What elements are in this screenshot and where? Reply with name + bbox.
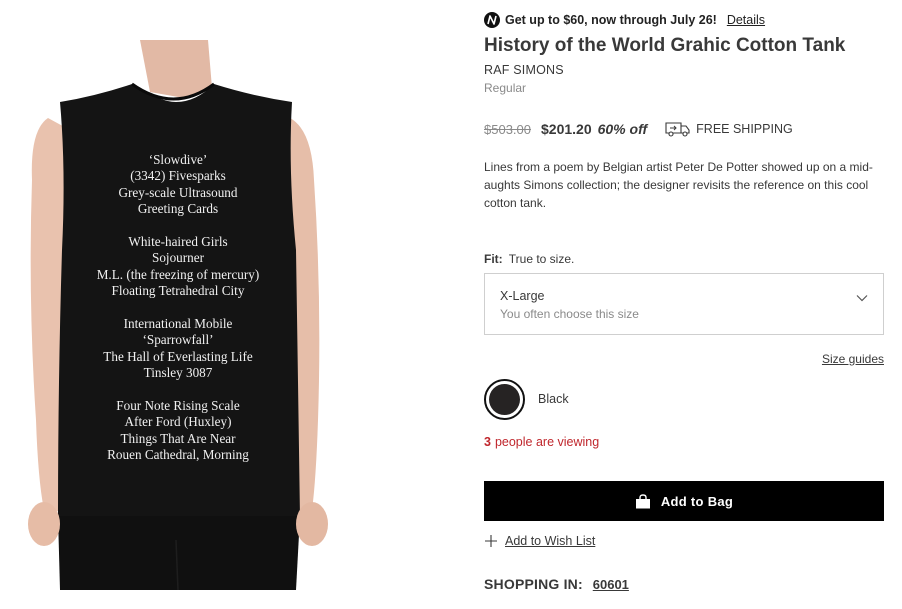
fit-info: Fit: True to size. <box>484 252 574 266</box>
promo-details-link[interactable]: Details <box>727 13 765 27</box>
print-line: ‘Sparrowfall’ <box>142 332 214 348</box>
promo-text: Get up to $60, now through July 26! <box>505 13 717 27</box>
product-image[interactable]: ‘Slowdive’ (3342) Fivesparks Grey-scale … <box>0 40 360 590</box>
sale-price: $201.20 <box>541 121 592 137</box>
selected-color-name: Black <box>538 392 569 406</box>
shopping-location: SHOPPING IN: 60601 <box>484 576 629 592</box>
print-stanza: Four Note Rising Scale After Ford (Huxle… <box>60 398 296 464</box>
zip-code-link[interactable]: 60601 <box>593 577 629 592</box>
viewing-text: people are viewing <box>494 435 600 449</box>
add-to-bag-label: Add to Bag <box>660 493 734 509</box>
viewer-count: 3 <box>484 435 491 449</box>
selected-size: X-Large <box>500 289 545 303</box>
nordstrom-n-icon <box>484 12 500 28</box>
shopping-bag-icon <box>635 493 651 509</box>
discount-badge: 60% off <box>597 121 648 137</box>
add-to-bag-button[interactable]: Add to Bag <box>484 481 884 521</box>
add-to-wishlist-link[interactable]: Add to Wish List <box>484 534 595 548</box>
plus-icon <box>484 534 498 548</box>
size-type: Regular <box>484 81 527 95</box>
brand-name[interactable]: RAF SIMONS <box>484 63 564 77</box>
shirt-print-text: ‘Slowdive’ (3342) Fivesparks Grey-scale … <box>60 152 296 480</box>
viewing-count-notice: 3 people are viewing <box>484 435 599 449</box>
print-line: ‘Slowdive’ <box>148 152 208 167</box>
print-line: Greeting Cards <box>137 201 219 217</box>
print-stanza: White-haired Girls Sojourner M.L. (the f… <box>60 234 296 300</box>
print-line: Grey-scale Ultrasound <box>118 184 238 200</box>
size-hint: You often choose this size <box>500 307 639 321</box>
promo-banner: Get up to $60, now through July 26! Deta… <box>484 12 765 28</box>
print-line: White-haired Girls <box>128 234 228 250</box>
product-description: Lines from a poem by Belgian artist Pete… <box>484 160 873 210</box>
truck-icon <box>665 121 691 137</box>
print-line: Tinsley 3087 <box>143 365 213 381</box>
price-row: $503.00 $201.20 60% off FREE SHIPPING <box>484 121 793 137</box>
fit-label: Fit: <box>484 252 503 266</box>
print-line: (3342) Fivesparks <box>130 168 226 184</box>
size-guides-link[interactable]: Size guides <box>822 352 884 366</box>
print-line: Sojourner <box>151 250 204 266</box>
print-line: After Ford (Huxley) <box>124 414 232 430</box>
print-line: Floating Tetrahedral City <box>111 283 245 299</box>
swatch-fill <box>489 384 520 415</box>
print-line: Things That Are Near <box>120 430 236 446</box>
print-stanza: International Mobile ‘Sparrowfall’ The H… <box>60 316 296 382</box>
original-price: $503.00 <box>484 121 531 137</box>
product-title: History of the World Grahic Cotton Tank <box>484 35 846 56</box>
free-shipping-label: FREE SHIPPING <box>696 122 793 136</box>
print-line: The Hall of Everlasting Life <box>103 348 253 364</box>
chevron-down-icon <box>855 291 869 305</box>
print-line: M.L. (the freezing of mercury) <box>96 266 260 282</box>
size-dropdown[interactable]: X-Large You often choose this size <box>484 273 884 335</box>
wishlist-label: Add to Wish List <box>505 534 596 548</box>
color-swatch-black[interactable] <box>484 379 525 420</box>
shopping-in-label: SHOPPING IN: <box>484 576 583 592</box>
fit-value: True to size. <box>508 252 575 266</box>
print-line: Four Note Rising Scale <box>116 398 240 414</box>
print-stanza: ‘Slowdive’ (3342) Fivesparks Grey-scale … <box>60 152 296 218</box>
print-line: Rouen Cathedral, Morning <box>107 447 249 463</box>
print-line: International Mobile <box>123 316 233 332</box>
